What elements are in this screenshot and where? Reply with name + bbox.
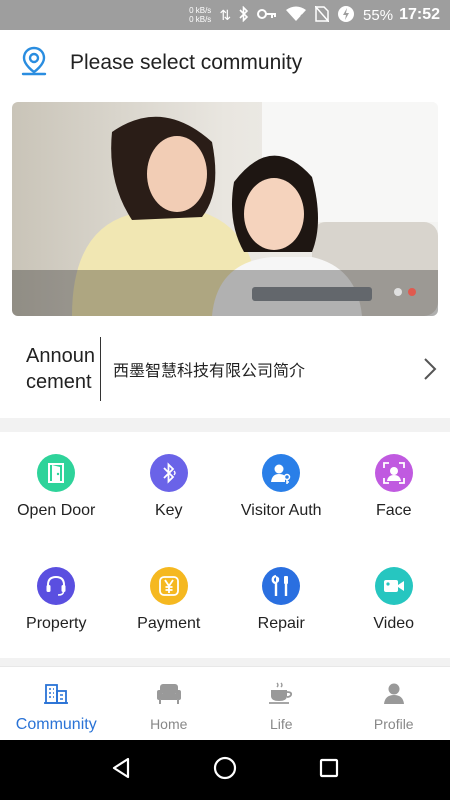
- service-label: Open Door: [17, 502, 96, 519]
- announcement-bar[interactable]: Announcement 西墨智慧科技有限公司简介: [0, 320, 450, 418]
- tab-label: Life: [269, 716, 293, 732]
- home-circle-icon[interactable]: [212, 755, 238, 786]
- service-label: Property: [26, 615, 87, 632]
- announcement-label: Announcement: [26, 345, 95, 393]
- service-label: Payment: [137, 615, 201, 632]
- person-icon: [382, 681, 406, 710]
- tab-community[interactable]: Community: [0, 667, 113, 740]
- back-icon[interactable]: [110, 756, 132, 785]
- speed-up-text: 0 kB/s: [189, 6, 212, 15]
- location-pin-icon: [18, 45, 50, 82]
- tab-profile[interactable]: Profile: [338, 667, 450, 740]
- tab-label: Profile: [373, 716, 414, 732]
- tab-label: Community: [15, 716, 97, 733]
- app-screen: 0 kB/s 0 kB/s ⇅ 55% 17:52 Please select …: [0, 0, 450, 800]
- announcement-divider: [100, 337, 101, 401]
- bluetooth-icon: [149, 454, 188, 492]
- service-label: Face: [375, 502, 412, 519]
- data-arrows-icon: ⇅: [219, 6, 232, 23]
- service-key[interactable]: Key: [113, 432, 226, 545]
- service-video[interactable]: Video: [338, 545, 450, 658]
- door-icon: [37, 454, 76, 492]
- battery-percent: 55%: [363, 6, 394, 24]
- banner-image: [12, 102, 438, 316]
- sofa-icon: [155, 681, 183, 710]
- status-bar: 0 kB/s 0 kB/s ⇅ 55% 17:52: [0, 0, 450, 30]
- battery-charging-icon: [337, 5, 355, 26]
- service-label: Video: [373, 615, 415, 632]
- service-grid: Open Door Key Visitor Auth Face Property: [0, 432, 450, 658]
- service-payment[interactable]: Payment: [113, 545, 226, 658]
- tab-home[interactable]: Home: [113, 667, 226, 740]
- service-label: Repair: [257, 615, 305, 632]
- service-property[interactable]: Property: [0, 545, 113, 658]
- video-camera-icon: [374, 567, 413, 605]
- wrench-screwdriver-icon: [262, 567, 301, 605]
- banner-section: [0, 96, 450, 320]
- service-open-door[interactable]: Open Door: [0, 432, 113, 545]
- coffee-cup-icon: [267, 681, 295, 710]
- network-speed: 0 kB/s 0 kB/s: [189, 6, 211, 24]
- chevron-right-icon[interactable]: [410, 357, 450, 381]
- bottom-tab-bar: Community Home Life Profile: [0, 666, 450, 740]
- carousel-dot[interactable]: [394, 288, 402, 296]
- carousel-dot-active[interactable]: [408, 288, 416, 296]
- system-nav-bar: [0, 740, 450, 800]
- face-scan-icon: [374, 454, 413, 492]
- service-label: Key: [154, 502, 183, 519]
- tab-label: Home: [150, 716, 188, 732]
- service-face[interactable]: Face: [338, 432, 450, 545]
- building-icon: [43, 681, 69, 710]
- service-repair[interactable]: Repair: [225, 545, 338, 658]
- no-sim-icon: [314, 5, 330, 25]
- community-selector[interactable]: Please select community: [0, 30, 450, 96]
- recents-square-icon[interactable]: [318, 757, 340, 784]
- headset-icon: [37, 567, 76, 605]
- banner-carousel[interactable]: [12, 102, 438, 316]
- carousel-indicator: [394, 288, 416, 296]
- bluetooth-status-icon: [239, 5, 249, 25]
- service-label: Visitor Auth: [240, 502, 322, 519]
- service-visitor-auth[interactable]: Visitor Auth: [225, 432, 338, 545]
- visitor-key-icon: [262, 454, 301, 492]
- yen-icon: [149, 567, 188, 605]
- vpn-key-icon: [257, 7, 277, 23]
- clock: 17:52: [399, 6, 440, 23]
- announcement-text: 西墨智慧科技有限公司简介: [113, 363, 306, 380]
- tab-life[interactable]: Life: [225, 667, 338, 740]
- speed-down-text: 0 kB/s: [189, 15, 212, 24]
- page-title: Please select community: [70, 51, 303, 74]
- wifi-icon: [285, 6, 307, 25]
